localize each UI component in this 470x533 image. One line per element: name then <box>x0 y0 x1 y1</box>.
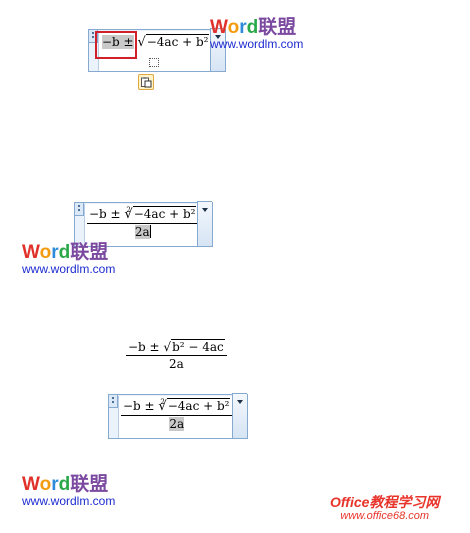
wordlm-url: www.wordlm.com <box>22 262 116 276</box>
denominator: 2a <box>134 225 150 239</box>
radical-content: −4ac + b² <box>145 34 210 49</box>
equation-options-dropdown[interactable] <box>197 201 212 246</box>
denominator: 2a <box>169 417 185 431</box>
wordlm-watermark-1: Word联盟 www.wordlm.com <box>210 18 303 51</box>
equation-object-4[interactable]: −b ± 2 √−4ac + b² 2a <box>108 393 248 439</box>
text-cursor <box>149 225 151 238</box>
equation-object-2[interactable]: −b ± 2 √−4ac + b² 2a <box>74 201 213 247</box>
wordlm-logo: Word联盟 <box>22 474 109 495</box>
wordlm-watermark-3: Word联盟 www.wordlm.com <box>22 475 115 508</box>
equation-options-dropdown[interactable] <box>232 393 247 438</box>
equation-2-expression[interactable]: −b ± 2 √−4ac + b² 2a <box>87 206 199 239</box>
drag-handle[interactable] <box>75 203 84 216</box>
equation-3-expression: −b ± √b² − 4ac 2a <box>126 339 227 371</box>
office68-logo: Office教程学习网 <box>330 494 440 510</box>
office68-watermark: Office教程学习网 www.office68.com <box>330 494 440 523</box>
wordlm-url: www.wordlm.com <box>210 37 304 51</box>
equation-4-expression[interactable]: −b ± 2 √−4ac + b² 2a <box>121 398 233 431</box>
wordlm-url: www.wordlm.com <box>22 494 116 508</box>
highlight-box <box>95 31 137 59</box>
wordlm-logo: Word联盟 <box>22 242 109 263</box>
drag-handle[interactable] <box>109 395 118 408</box>
office68-url: www.office68.com <box>340 510 430 522</box>
wordlm-logo: Word联盟 <box>210 17 297 38</box>
clipboard-paste-icon[interactable] <box>138 74 154 90</box>
wordlm-watermark-2: Word联盟 www.wordlm.com <box>22 243 115 276</box>
placeholder-box-icon <box>149 58 159 67</box>
